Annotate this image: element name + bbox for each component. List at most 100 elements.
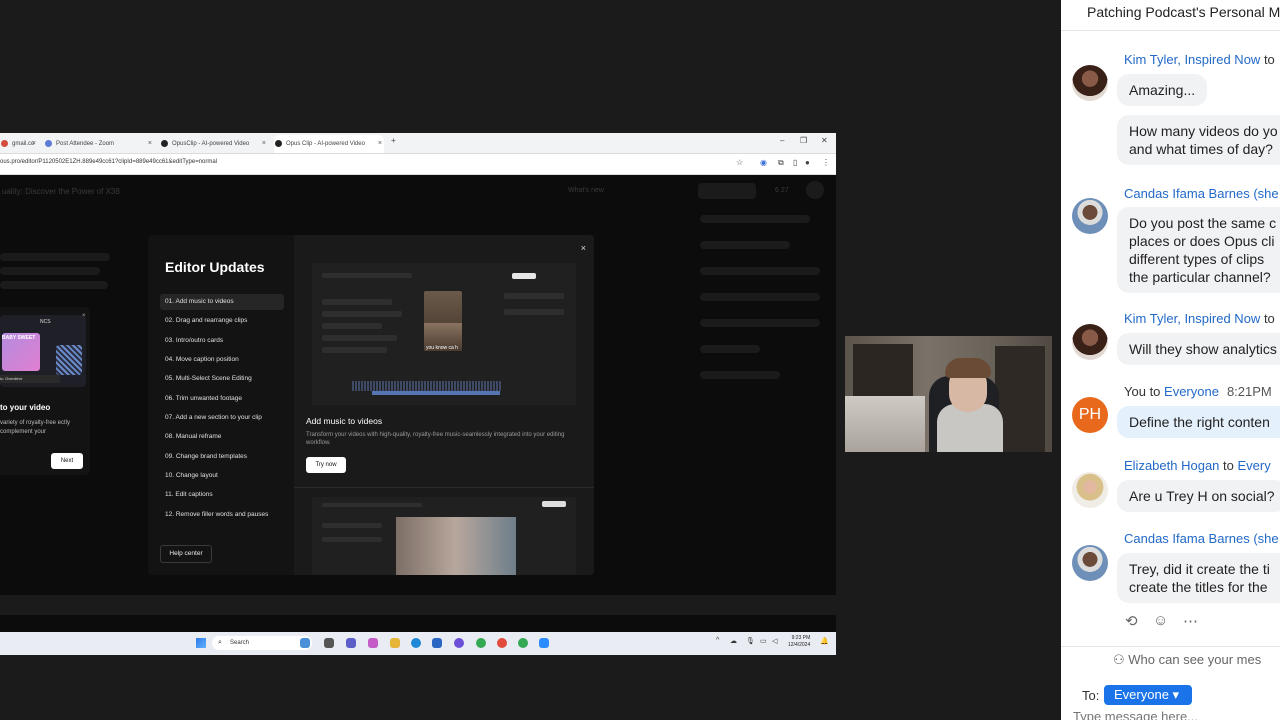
chat-message-input[interactable] — [1073, 708, 1273, 720]
tab-close-icon[interactable]: × — [148, 135, 152, 153]
chrome-profile-icon[interactable] — [497, 638, 507, 648]
chrome-icon[interactable] — [476, 638, 486, 648]
store-icon[interactable] — [432, 638, 442, 648]
export-button-dim[interactable] — [698, 183, 756, 199]
credits-count: 6 27 — [775, 187, 789, 194]
message-bubble[interactable]: Are u Trey H on social? — [1117, 480, 1280, 512]
update-item-2[interactable]: 02. Drag and rearrange clips — [160, 313, 284, 329]
copilot-icon[interactable] — [368, 638, 378, 648]
next-button[interactable]: Next — [51, 453, 83, 469]
message-bubble[interactable]: Will they show analytics — [1117, 333, 1280, 365]
panel-row — [700, 371, 780, 379]
close-icon[interactable]: × — [82, 313, 86, 319]
opusclip-icon — [275, 140, 282, 147]
close-icon[interactable]: × — [581, 243, 586, 253]
update-item-3[interactable]: 03. Intro/outro cards — [160, 333, 284, 349]
preview-row — [322, 503, 422, 507]
address-bar[interactable]: ous.pro/editor/P1120502E1ZH.889e49cc61?c… — [0, 154, 836, 175]
preview-row — [322, 537, 382, 542]
preview-row — [322, 299, 392, 305]
volume-icon[interactable]: ◁ — [772, 637, 777, 645]
opusclip-editor: uality: Discover the Power of X38 What's… — [0, 175, 836, 632]
minimize-icon[interactable]: – — [780, 136, 784, 145]
browser-menu-icon[interactable]: ⋮ — [822, 158, 830, 167]
message-bubble[interactable]: How many videos do yo and what times of … — [1117, 115, 1280, 165]
windows-start-icon[interactable] — [196, 638, 206, 648]
app-icon[interactable] — [454, 638, 464, 648]
opusclip-icon — [161, 140, 168, 147]
message-sender[interactable]: Elizabeth Hogan to Every — [1124, 458, 1271, 473]
bookmark-star-icon[interactable]: ☆ — [736, 158, 743, 167]
help-center-button[interactable]: Help center — [160, 545, 212, 563]
whats-new-link[interactable]: What's new — [568, 187, 604, 194]
message-sender[interactable]: Candas Ifama Barnes (she — [1124, 186, 1279, 201]
window-close-icon[interactable]: ✕ — [821, 136, 828, 145]
tray-chevron-icon[interactable]: ^ — [716, 637, 719, 644]
recipient-dropdown[interactable]: Everyone ▾ — [1104, 685, 1192, 705]
browser-tab-zoom[interactable]: Post Attendee - Zoom × — [44, 135, 154, 153]
update-item-7[interactable]: 07. Add a new section to your clip — [160, 410, 284, 426]
cloud-icon[interactable]: ☁ — [730, 637, 737, 645]
task-view-icon[interactable] — [324, 638, 334, 648]
message-sender[interactable]: Kim Tyler, Inspired Now to — [1124, 52, 1275, 67]
emoji-reaction-icon[interactable]: ☺ — [1153, 612, 1168, 629]
tab-close-icon[interactable]: × — [378, 135, 382, 153]
message-bubble[interactable]: Amazing... — [1117, 74, 1208, 106]
update-item-5[interactable]: 05. Multi-Select Scene Editing — [160, 371, 284, 387]
avatar-you[interactable]: PH — [1072, 397, 1108, 433]
extension-icon[interactable]: ◉ — [760, 158, 767, 167]
update-item-10[interactable]: 10. Change layout — [160, 468, 284, 484]
avatar[interactable] — [1072, 198, 1108, 234]
avatar[interactable] — [1072, 472, 1108, 508]
browser-tab-opusclip-active[interactable]: Opus Clip - AI-powered Video × — [274, 135, 384, 153]
maximize-icon[interactable]: ❐ — [800, 136, 807, 145]
more-options-icon[interactable]: ⋯ — [1183, 612, 1198, 630]
mic-icon[interactable]: 🎙 — [746, 637, 755, 645]
update-item-8[interactable]: 08. Manual reframe — [160, 429, 284, 445]
to-label: To: — [1082, 688, 1100, 703]
avatar[interactable] — [1072, 545, 1108, 581]
user-avatar[interactable] — [806, 181, 824, 199]
taskbar-clock[interactable]: 9:23 PM 12/4/2024 — [788, 635, 810, 649]
extensions-puzzle-icon[interactable]: ⧉ — [778, 158, 784, 168]
music-strip: ic: Overdrive — [0, 375, 60, 383]
updates-sidebar: Editor Updates 01. Add music to videos 0… — [148, 235, 294, 575]
update-item-1[interactable]: 01. Add music to videos — [160, 294, 284, 310]
reply-icon[interactable]: ⟲ — [1125, 612, 1138, 630]
update-item-4[interactable]: 04. Move caption position — [160, 352, 284, 368]
message-sender[interactable]: Kim Tyler, Inspired Now to — [1124, 311, 1275, 326]
file-explorer-icon[interactable] — [390, 638, 400, 648]
preview-video — [396, 517, 516, 575]
taskbar-search[interactable]: Search — [212, 636, 312, 650]
notification-icon[interactable]: 🔔 — [820, 637, 829, 645]
who-can-see-messages[interactable]: ⚇ Who can see your mes — [1113, 652, 1261, 668]
update-item-6[interactable]: 06. Trim unwanted footage — [160, 391, 284, 407]
tab-close-icon[interactable]: × — [32, 135, 36, 153]
update-item-11[interactable]: 11. Edit captions — [160, 487, 284, 503]
tab-close-icon[interactable]: × — [262, 135, 266, 153]
onboarding-title: to your video — [0, 403, 51, 412]
message-sender[interactable]: Candas Ifama Barnes (she — [1124, 531, 1279, 546]
message-bubble[interactable]: Do you post the same c places or does Op… — [1117, 207, 1280, 293]
message-bubble[interactable]: Trey, did it create the ti create the ti… — [1117, 553, 1280, 603]
message-bubble[interactable]: Define the right conten — [1117, 406, 1280, 438]
network-icon[interactable]: ▭ — [760, 637, 767, 645]
avatar[interactable] — [1072, 324, 1108, 360]
try-now-button[interactable]: Try now — [306, 457, 346, 473]
update-item-9[interactable]: 09. Change brand templates — [160, 449, 284, 465]
message-sender[interactable]: You to Everyone 8:21PM — [1124, 384, 1272, 399]
browser-tab-gmail[interactable]: gmail.co × — [0, 135, 38, 153]
sidebar-icon[interactable]: ▯ — [793, 158, 797, 167]
edge-icon[interactable] — [411, 638, 421, 648]
zoom-taskbar-icon[interactable] — [539, 638, 549, 648]
avatar[interactable] — [1072, 65, 1108, 101]
onboarding-description: variety of royalty-free ectly complement… — [0, 420, 71, 435]
new-tab-button[interactable]: + — [391, 136, 396, 145]
transcript-line — [0, 281, 108, 289]
teams-icon[interactable] — [346, 638, 356, 648]
widget-icon[interactable] — [300, 638, 310, 648]
profile-avatar-icon[interactable]: ● — [805, 158, 810, 167]
chrome-icon-2[interactable] — [518, 638, 528, 648]
update-item-12[interactable]: 12. Remove filler words and pauses — [160, 507, 284, 523]
browser-tab-opusclip[interactable]: OpusClip - AI-powered Video × — [160, 135, 268, 153]
